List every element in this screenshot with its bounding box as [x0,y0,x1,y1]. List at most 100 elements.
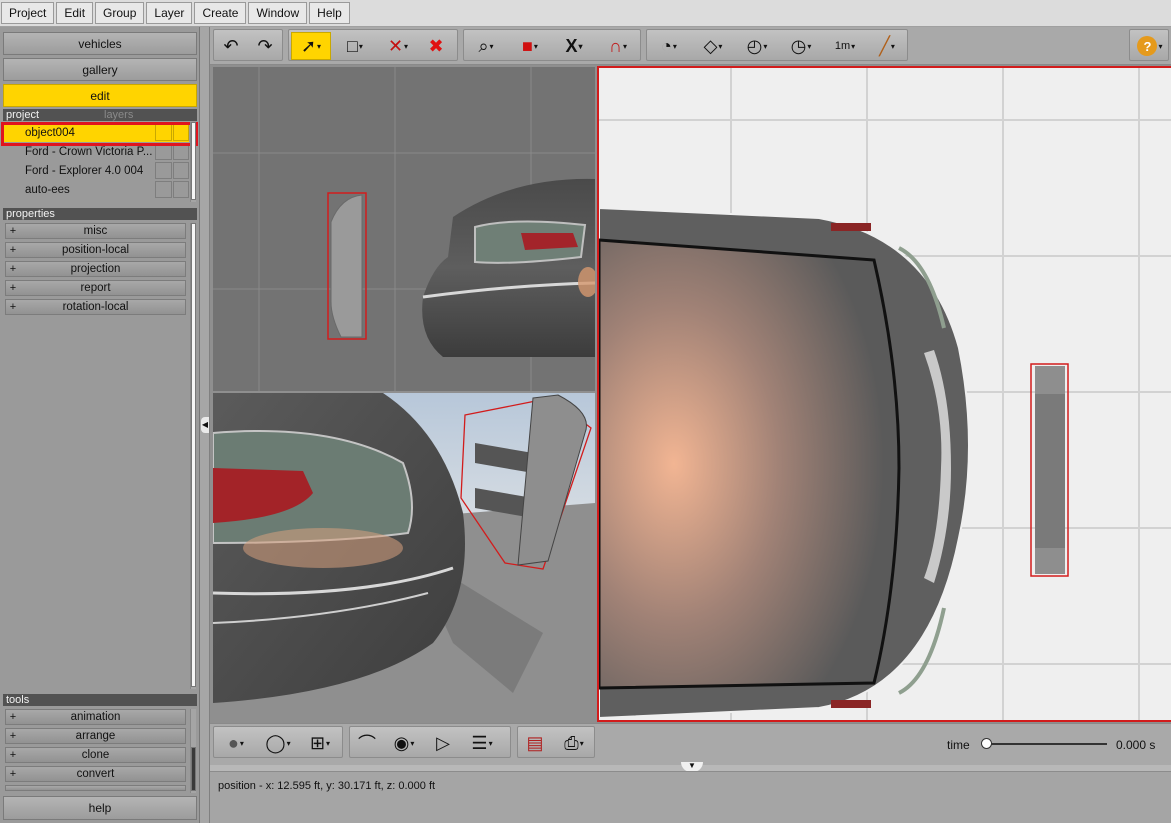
help-button[interactable]: help [3,796,197,820]
viewport-bottom-left[interactable] [213,393,595,721]
tools-header: tools [3,694,197,706]
shading-icon[interactable]: ◯ ▾ [258,729,298,757]
menu-group[interactable]: Group [95,2,145,24]
project-item-label: object004 [25,126,75,139]
project-scroll-thumb[interactable] [191,122,196,200]
list-icon[interactable]: ☰ ▾ [462,729,502,757]
time-label: time [947,738,970,752]
rotate-icon[interactable]: ◷ ▾ [781,32,821,60]
collapse-left-icon[interactable]: ◀ [201,417,209,433]
project-item-auto-ees[interactable]: auto-ees [3,180,189,199]
expand-icon[interactable]: + [6,749,20,761]
play-icon[interactable]: ▷ [428,729,458,757]
tool-clone[interactable]: + clone [5,747,186,763]
delete-point-glyph: ✕ [387,35,404,56]
menu-create[interactable]: Create [194,2,247,24]
project-scrollbar[interactable] [190,122,196,202]
visibility-cells[interactable] [154,143,189,160]
visibility-cells[interactable] [154,124,189,141]
document-group: ▤ ⎙ ▾ [517,726,595,758]
property-misc[interactable]: + misc [5,223,186,239]
viewport-top-view[interactable] [597,66,1171,722]
select-icon[interactable]: ➚ ▾ [291,32,331,60]
rotate-glyph: ◷ [790,35,807,56]
tools-scrollbar[interactable] [190,709,196,793]
dial-icon[interactable]: ◔ ▾ [649,32,689,60]
gallery-button[interactable]: gallery [3,58,197,81]
properties-scrollbar[interactable] [190,223,196,689]
surface-icon[interactable]: ◇ ▾ [693,32,733,60]
project-item-object004[interactable]: object004 [3,123,189,142]
expand-icon[interactable]: + [6,244,20,256]
viewport-top-left[interactable] [213,67,595,391]
menu-window[interactable]: Window [248,2,308,24]
tools-scroll-thumb[interactable] [191,747,196,791]
tape-icon[interactable]: ╱ ▾ [867,32,907,60]
view-group: ⌕ ▾ ■ ▾ X ▾ ∩ ▾ [463,29,641,61]
redo-icon[interactable]: ↷ [250,32,280,60]
graph-icon[interactable]: ⌒ [352,729,382,757]
time-slider-handle[interactable] [981,738,992,749]
expand-icon[interactable]: + [6,711,20,723]
menu-project[interactable]: Project [1,2,55,24]
expand-icon[interactable]: + [6,282,20,294]
expand-icon[interactable]: + [6,730,20,742]
delete-point-icon[interactable]: ✕ ▾ [379,32,417,60]
help-icon[interactable]: ? ▾ [1132,32,1168,60]
visibility-cells[interactable] [154,181,189,198]
edit-button[interactable]: edit [3,84,197,107]
menu-layer[interactable]: Layer [146,2,193,24]
menu-help[interactable]: Help [309,2,350,24]
vehicles-button[interactable]: vehicles [3,32,197,55]
status-position-text: position - x: 12.595 ft, y: 30.171 ft, z… [218,780,436,792]
delete-icon[interactable]: ✖ [421,32,451,60]
expand-icon[interactable]: + [6,768,20,780]
project-item-label: Ford - Explorer 4.0 004 [25,164,144,177]
time-slider-track[interactable] [983,743,1107,745]
print-icon[interactable]: ⎙ ▾ [554,729,594,757]
camera-glyph: ◉ [393,732,410,753]
undo-icon[interactable]: ↶ [216,32,246,60]
measure-icon[interactable]: 1m ▾ [825,32,865,60]
expand-icon[interactable]: + [6,225,20,237]
cube-icon[interactable]: ■ ▾ [510,32,550,60]
project-item-explorer[interactable]: Ford - Explorer 4.0 004 [3,161,189,180]
expand-icon[interactable]: + [6,301,20,313]
tab-project[interactable]: project [6,109,39,121]
camera-icon[interactable]: ◉ ▾ [384,729,424,757]
print-glyph: ⎙ [564,732,579,753]
viewport-scene-top-left [213,67,595,391]
menu-edit[interactable]: Edit [56,2,94,24]
properties-scroll-thumb[interactable] [191,223,196,687]
layout-icon[interactable]: ⊞ ▾ [300,729,340,757]
history-group: ↶ ↷ [213,29,283,61]
axis-icon[interactable]: X ▾ [554,32,594,60]
tool-convert[interactable]: + convert [5,766,186,782]
property-position-local[interactable]: + position-local [5,242,186,258]
expand-icon[interactable]: + [6,263,20,275]
zoom-glyph: ⌕ [478,35,489,56]
tab-layers[interactable]: layers [104,109,133,121]
tool-animation[interactable]: + animation [5,709,186,725]
panel-splitter[interactable]: ◀ [200,27,210,823]
magnet-icon[interactable]: ∩ ▾ [598,32,638,60]
tool-more[interactable] [5,785,186,791]
sphere-glyph: ● [228,732,239,753]
property-projection[interactable]: + projection [5,261,186,277]
report-icon[interactable]: ▤ [520,729,550,757]
menu-bar: Project Edit Group Layer Create Window H… [0,0,1171,27]
measure-group: ◔ ▾ ◇ ▾ ◴ ▾ ◷ ▾ 1m ▾ ╱ ▾ [646,29,908,61]
shading-glyph: ◯ [265,732,286,753]
tool-arrange[interactable]: + arrange [5,728,186,744]
sphere-shading-icon[interactable]: ● ▾ [216,729,256,757]
angle-icon[interactable]: ◴ ▾ [737,32,777,60]
list-glyph: ☰ [471,732,488,753]
property-report[interactable]: + report [5,280,186,296]
help-group: ? ▾ [1129,29,1169,61]
visibility-cells[interactable] [154,162,189,179]
project-item-crown-victoria[interactable]: Ford - Crown Victoria P... [3,142,189,161]
zoom-icon[interactable]: ⌕ ▾ [466,32,506,60]
selection-group: ➚ ▾ □ ▾ ✕ ▾ ✖ [288,29,458,61]
property-rotation-local[interactable]: + rotation-local [5,299,186,315]
marquee-icon[interactable]: □ ▾ [335,32,375,60]
